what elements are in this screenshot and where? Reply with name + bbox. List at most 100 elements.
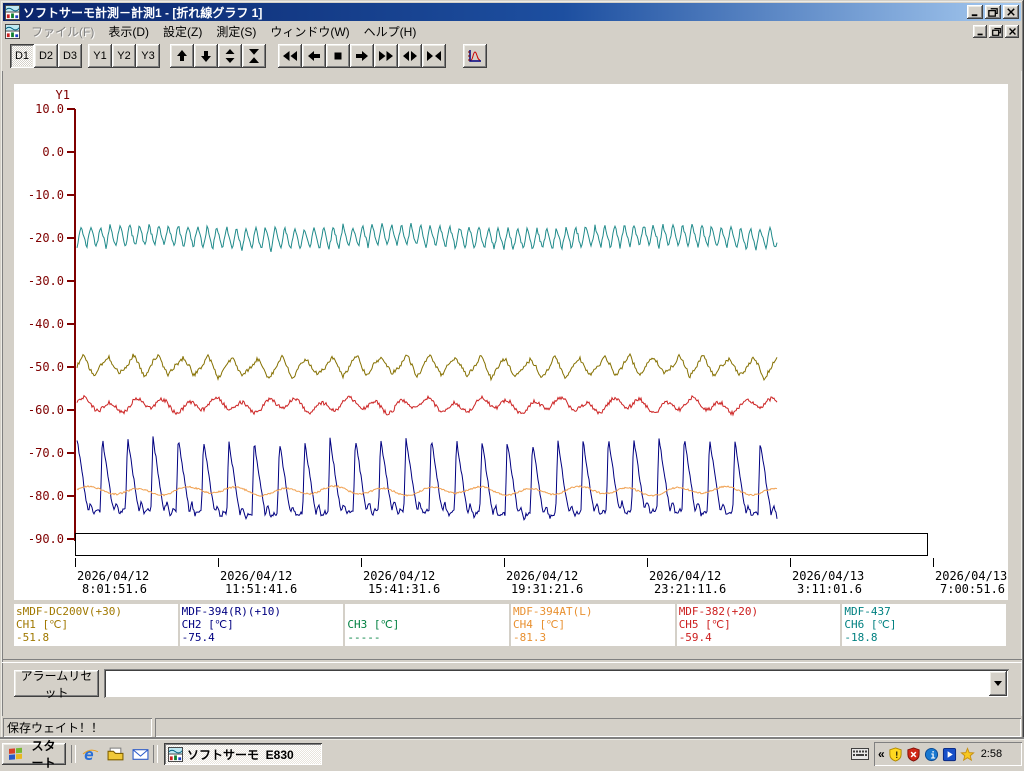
toolbar-button-down-arrow[interactable] bbox=[194, 43, 218, 68]
legend-value: -75.4 bbox=[181, 631, 215, 644]
client-area: Y1 10.0 0.0 -10.0 -20.0 -30.0 -40.0 -50.0 -60.0 -… bbox=[2, 71, 1022, 716]
toolbar-button-graph-chart[interactable] bbox=[463, 43, 487, 68]
legend-channel: CH5 [℃] bbox=[678, 618, 731, 631]
media-play-icon[interactable] bbox=[942, 747, 957, 762]
legend-channel: CH2 [℃] bbox=[181, 618, 234, 631]
svg-text:!: ! bbox=[894, 749, 899, 759]
menu-w[interactable]: ウィンドウ(W) bbox=[263, 22, 356, 41]
minimize-button[interactable] bbox=[967, 5, 983, 19]
minimize-button[interactable] bbox=[973, 24, 987, 38]
legend-value: -18.8 bbox=[844, 631, 878, 644]
toolbar-button-d1[interactable]: D1 bbox=[10, 43, 34, 68]
toolbar-button-stop[interactable] bbox=[326, 43, 350, 68]
svg-text:i: i bbox=[930, 750, 935, 760]
app-icon[interactable] bbox=[5, 4, 20, 20]
mdi-child-icon[interactable] bbox=[5, 23, 20, 39]
show-desktop-icon[interactable] bbox=[106, 745, 124, 763]
toolbar-group bbox=[463, 43, 487, 68]
legend-cell-ch1: sMDF-DC200V(+30) CH1 [℃] -51.8 bbox=[14, 604, 178, 646]
svg-text:-60.0: -60.0 bbox=[28, 403, 64, 417]
favorites-star-icon[interactable] bbox=[959, 746, 975, 762]
svg-text:e: e bbox=[84, 746, 94, 763]
status-panel-2 bbox=[155, 718, 1021, 737]
svg-text:2026/04/13: 2026/04/13 bbox=[792, 569, 864, 583]
toolbar-button-left-arrow[interactable] bbox=[302, 43, 326, 68]
status-bar: 保存ウェイト！！ bbox=[2, 716, 1022, 738]
trace-ch4 bbox=[76, 484, 778, 497]
menu-d[interactable]: 表示(D) bbox=[101, 22, 156, 41]
system-tray: « ! i 2:58 bbox=[874, 742, 1022, 766]
legend-name: MDF-394(R)(+10) bbox=[181, 605, 282, 618]
toolbar-button-y2[interactable]: Y2 bbox=[112, 43, 136, 68]
antivirus-shield-icon[interactable] bbox=[906, 746, 921, 762]
menu-f[interactable]: ファイル(F) bbox=[24, 22, 101, 41]
toolbar-button-y1[interactable]: Y1 bbox=[88, 43, 112, 68]
toolbar: D1 D2 D3 Y1 Y2 Y3 bbox=[3, 40, 1021, 72]
trace-ch6 bbox=[76, 222, 778, 253]
taskbar-app-button[interactable]: ソフトサーモ E830 bbox=[164, 743, 322, 765]
toolbar-button-expand-horizontal[interactable] bbox=[398, 43, 422, 68]
legend-cell-ch5: MDF-382(+20) CH5 [℃] -59.4 bbox=[676, 604, 841, 646]
title-bar[interactable]: ソフトサーモ計測－計測1 - [折れ線グラフ 1] bbox=[3, 3, 1021, 21]
legend-channel: CH6 [℃] bbox=[844, 618, 897, 631]
tray-icons: ! i bbox=[888, 746, 975, 762]
taskbar: スタート e ソフトサーモ E830 « ! i 2:58 bbox=[0, 739, 1024, 770]
toolbar-button-up-arrow[interactable] bbox=[170, 43, 194, 68]
menu-bar: ファイル(F) 表示(D) 設定(Z) 測定(S) ウィンドウ(W) ヘルプ(H) bbox=[3, 22, 1021, 40]
security-alert-shield-icon[interactable]: ! bbox=[888, 746, 903, 762]
svg-text:-30.0: -30.0 bbox=[28, 274, 64, 288]
combobox-dropdown-button[interactable] bbox=[989, 671, 1007, 696]
close-button[interactable] bbox=[1005, 24, 1019, 38]
alarm-reset-button[interactable]: アラームリセット bbox=[14, 669, 99, 700]
toolbar-group: D1 D2 D3 bbox=[10, 43, 82, 68]
tray-clock: 2:58 bbox=[980, 748, 1003, 760]
ie-icon[interactable]: e bbox=[81, 745, 99, 763]
restore-button[interactable] bbox=[985, 5, 1001, 19]
svg-text:23:21:11.6: 23:21:11.6 bbox=[654, 582, 726, 596]
legend-cell-ch4: MDF-394AT(L) CH4 [℃] -81.3 bbox=[511, 604, 675, 646]
window-title: ソフトサーモ計測－計測1 - [折れ線グラフ 1] bbox=[23, 5, 263, 20]
toolbar-button-double-right[interactable] bbox=[374, 43, 398, 68]
status-message-panel: 保存ウェイト！！ bbox=[3, 718, 152, 737]
legend-value: -81.3 bbox=[513, 631, 547, 644]
start-button[interactable]: スタート bbox=[2, 739, 66, 770]
menu-s[interactable]: 測定(S) bbox=[209, 22, 263, 41]
toolbar-button-collapse-horizontal[interactable] bbox=[422, 43, 446, 68]
toolbar-group bbox=[170, 43, 266, 68]
svg-text:-50.0: -50.0 bbox=[28, 360, 64, 374]
chevron-down-icon bbox=[994, 681, 1002, 686]
svg-text:2026/04/12: 2026/04/12 bbox=[649, 569, 721, 583]
toolbar-button-d2[interactable]: D2 bbox=[34, 43, 58, 68]
svg-text:0.0: 0.0 bbox=[42, 145, 64, 159]
tray-chevron[interactable]: « bbox=[878, 747, 885, 761]
toolbar-button-y3[interactable]: Y3 bbox=[136, 43, 160, 68]
toolbar-button-collapse-vertical[interactable] bbox=[242, 43, 266, 68]
legend-name: sMDF-DC200V(+30) bbox=[16, 605, 122, 618]
separator bbox=[2, 659, 1022, 663]
svg-text:2026/04/12: 2026/04/12 bbox=[220, 569, 292, 583]
taskbar-app-label: ソフトサーモ E830 bbox=[187, 747, 294, 762]
menu-items: ファイル(F) 表示(D) 設定(Z) 測定(S) ウィンドウ(W) ヘルプ(H) bbox=[24, 22, 423, 41]
keyboard-indicator-icon[interactable] bbox=[850, 746, 870, 761]
legend-cell-ch3: CH3 [℃] ----- bbox=[345, 604, 510, 646]
legend-name: MDF-382(+20) bbox=[678, 605, 759, 618]
status-message: 保存ウェイト！！ bbox=[7, 721, 104, 735]
trace-ch2 bbox=[76, 436, 778, 521]
menu-h[interactable]: ヘルプ(H) bbox=[357, 22, 424, 41]
svg-text:-90.0: -90.0 bbox=[28, 532, 64, 546]
legend-name bbox=[347, 605, 509, 618]
legend-channel: CH4 [℃] bbox=[513, 618, 566, 631]
toolbar-button-expand-vertical[interactable] bbox=[218, 43, 242, 68]
svg-text:11:51:41.6: 11:51:41.6 bbox=[225, 582, 297, 596]
menu-z[interactable]: 設定(Z) bbox=[156, 22, 209, 41]
close-button[interactable] bbox=[1003, 5, 1019, 19]
info-balloon-icon[interactable]: i bbox=[924, 747, 939, 762]
outlook-icon[interactable] bbox=[131, 745, 149, 763]
toolbar-button-double-left[interactable] bbox=[278, 43, 302, 68]
toolbar-button-right-arrow[interactable] bbox=[350, 43, 374, 68]
restore-button[interactable] bbox=[989, 24, 1003, 38]
legend-name: MDF-394AT(L) bbox=[513, 605, 593, 618]
channel-legend: sMDF-DC200V(+30) CH1 [℃] -51.8 MDF-394(R)(+… bbox=[14, 600, 1008, 648]
alarm-combobox[interactable] bbox=[104, 669, 1009, 698]
toolbar-button-d3[interactable]: D3 bbox=[58, 43, 82, 68]
